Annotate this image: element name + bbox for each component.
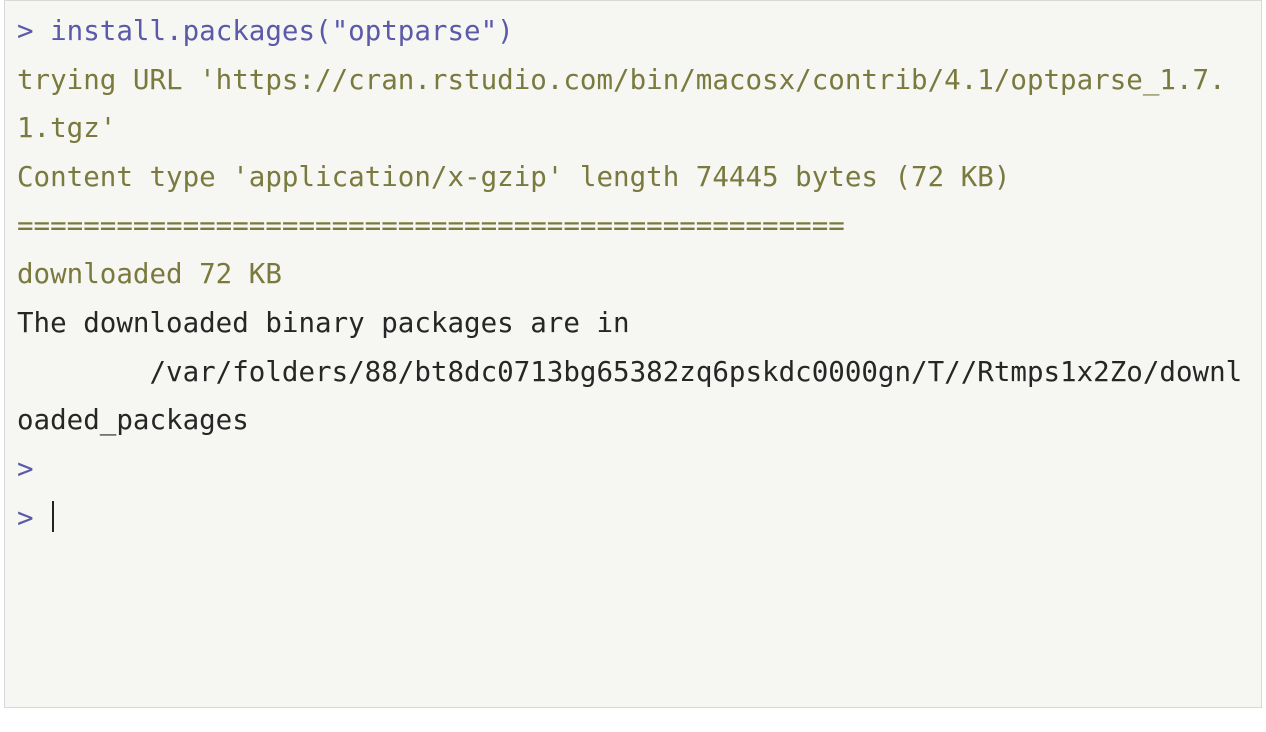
active-prompt-line[interactable]: > [17, 494, 1253, 543]
prompt-char: > [17, 15, 34, 47]
output-pkg-location-2: /var/folders/88/bt8dc0713bg65382zq6pskdc… [17, 348, 1253, 445]
prompt-char: > [17, 502, 34, 534]
command-line: > install.packages("optparse") [17, 7, 1253, 56]
output-trying-url: trying URL 'https://cran.rstudio.com/bin… [17, 56, 1253, 153]
command-text: install.packages("optparse") [50, 15, 514, 47]
empty-prompt-line: > [17, 445, 1253, 494]
output-pkg-location-1: The downloaded binary packages are in [17, 299, 1253, 348]
output-downloaded: downloaded 72 KB [17, 250, 1253, 299]
prompt-char: > [17, 453, 34, 485]
cursor [52, 501, 54, 533]
r-console[interactable]: > install.packages("optparse")trying URL… [4, 0, 1262, 708]
output-content-type: Content type 'application/x-gzip' length… [17, 153, 1253, 202]
output-progress-bar: ========================================… [17, 202, 1253, 251]
